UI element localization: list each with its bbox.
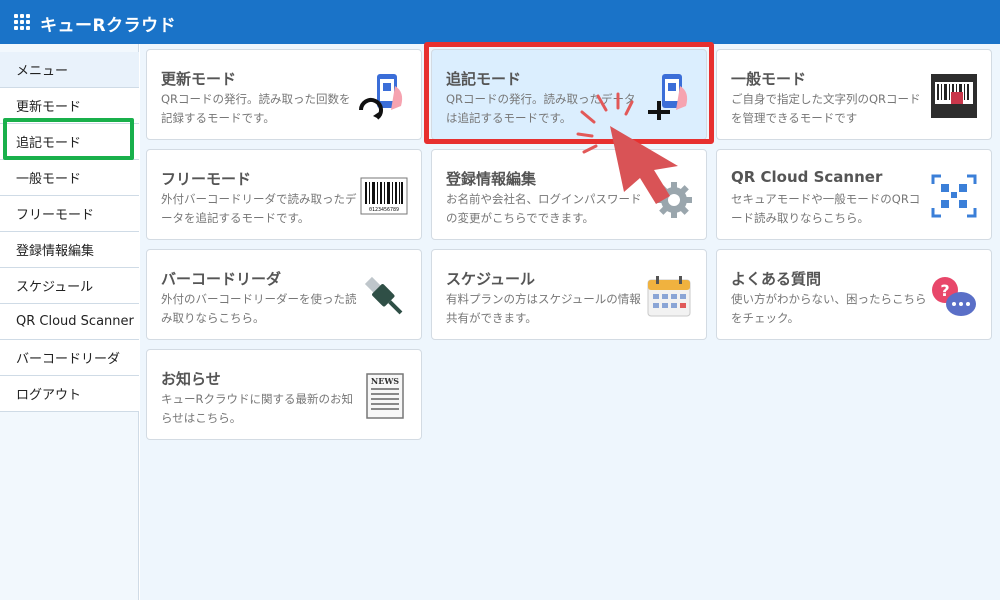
card-general-mode[interactable]: 一般モード ご自身で指定した文字列のQRコードを管理できるモードです	[716, 49, 992, 140]
card-title: フリーモード	[161, 170, 252, 188]
phone-refresh-icon	[359, 74, 403, 120]
card-title: QR Cloud Scanner	[731, 168, 883, 186]
app-title[interactable]: キューRクラウド	[40, 11, 176, 36]
sidebar-item-free-mode[interactable]: フリーモード	[0, 196, 139, 232]
card-description: セキュアモードや一般モードのQRコード読み取りならこちら。	[731, 192, 921, 225]
card-description: お名前や会社名、ログインパスワードの変更がこちらでできます。	[446, 192, 642, 225]
faq-chat-icon: ?	[932, 277, 976, 316]
calendar-icon	[647, 276, 691, 317]
card-append-mode[interactable]: 追記モード QRコードの発行。読み取ったデータは追記するモードです。	[431, 49, 707, 140]
card-title: よくある質問	[731, 270, 822, 288]
card-free-mode[interactable]: フリーモード 外付バーコードリーダで読み取ったデータを追記するモードです。 01…	[146, 149, 422, 240]
card-description: ご自身で指定した文字列のQRコードを管理できるモードです	[731, 92, 921, 125]
card-title: バーコードリーダ	[161, 270, 282, 288]
sidebar: メニュー 更新モード 追記モード 一般モード フリーモード 登録情報編集 スケジ…	[0, 44, 139, 600]
card-description: 外付バーコードリーダで読み取ったデータを追記するモードです。	[161, 192, 357, 225]
sidebar-item-account-edit[interactable]: 登録情報編集	[0, 232, 139, 268]
sidebar-item-barcode-reader[interactable]: バーコードリーダ	[0, 340, 139, 376]
news-icon: NEWS	[366, 373, 404, 419]
card-qr-cloud-scanner[interactable]: QR Cloud Scanner セキュアモードや一般モードのQRコード読み取り…	[716, 149, 992, 240]
card-faq[interactable]: よくある質問 使い方がわからない、困ったらこちらをチェック。 ?	[716, 249, 992, 340]
card-description: 使い方がわからない、困ったらこちらをチェック。	[731, 292, 927, 325]
svg-text:?: ?	[940, 281, 949, 300]
barcode-icon: 0123456789	[360, 177, 408, 215]
sidebar-item-update-mode[interactable]: 更新モード	[0, 88, 139, 124]
sidebar-item-qr-cloud-scanner[interactable]: QR Cloud Scanner	[0, 304, 139, 340]
top-bar: キューRクラウド	[0, 0, 1000, 44]
card-news[interactable]: お知らせ キューRクラウドに関する最新のお知らせはこちら。 NEWS	[146, 349, 422, 440]
grid-icon[interactable]	[14, 14, 30, 30]
card-description: QRコードの発行。読み取った回数を記録するモードです。	[161, 92, 351, 125]
card-description: 外付のバーコードリーダーを使った読み取りならこちら。	[161, 292, 357, 325]
card-account-edit[interactable]: 登録情報編集 お名前や会社名、ログインパスワードの変更がこちらでできます。	[431, 149, 707, 240]
card-update-mode[interactable]: 更新モード QRコードの発行。読み取った回数を記録するモードです。	[146, 49, 422, 140]
sidebar-item-logout[interactable]: ログアウト	[0, 376, 139, 412]
card-description: 有料プランの方はスケジュールの情報共有ができます。	[446, 292, 641, 325]
sidebar-header-menu: メニュー	[0, 52, 139, 88]
main-content: 更新モード QRコードの発行。読み取った回数を記録するモードです。 追記モード …	[140, 44, 1000, 600]
usb-icon	[364, 276, 403, 315]
phone-plus-icon	[648, 74, 688, 120]
card-title: 更新モード	[161, 70, 237, 88]
barcode-number: 0123456789	[369, 207, 399, 213]
card-schedule[interactable]: スケジュール 有料プランの方はスケジュールの情報共有ができます。	[431, 249, 707, 340]
sidebar-item-schedule[interactable]: スケジュール	[0, 268, 139, 304]
news-label: NEWS	[371, 376, 399, 386]
card-description: QRコードの発行。読み取ったデータは追記するモードです。	[446, 92, 636, 125]
card-description: キューRクラウドに関する最新のお知らせはこちら。	[161, 392, 353, 425]
card-title: 登録情報編集	[446, 170, 537, 188]
barcode-device-icon	[931, 74, 977, 118]
sidebar-item-append-mode[interactable]: 追記モード	[0, 124, 139, 160]
card-title: スケジュール	[446, 270, 535, 288]
card-barcode-reader[interactable]: バーコードリーダ 外付のバーコードリーダーを使った読み取りならこちら。	[146, 249, 422, 340]
card-title: 一般モード	[731, 70, 807, 88]
qr-scan-icon	[931, 174, 977, 218]
sidebar-item-general-mode[interactable]: 一般モード	[0, 160, 139, 196]
gear-icon	[656, 182, 692, 218]
card-title: お知らせ	[161, 370, 221, 388]
card-title: 追記モード	[446, 70, 522, 88]
